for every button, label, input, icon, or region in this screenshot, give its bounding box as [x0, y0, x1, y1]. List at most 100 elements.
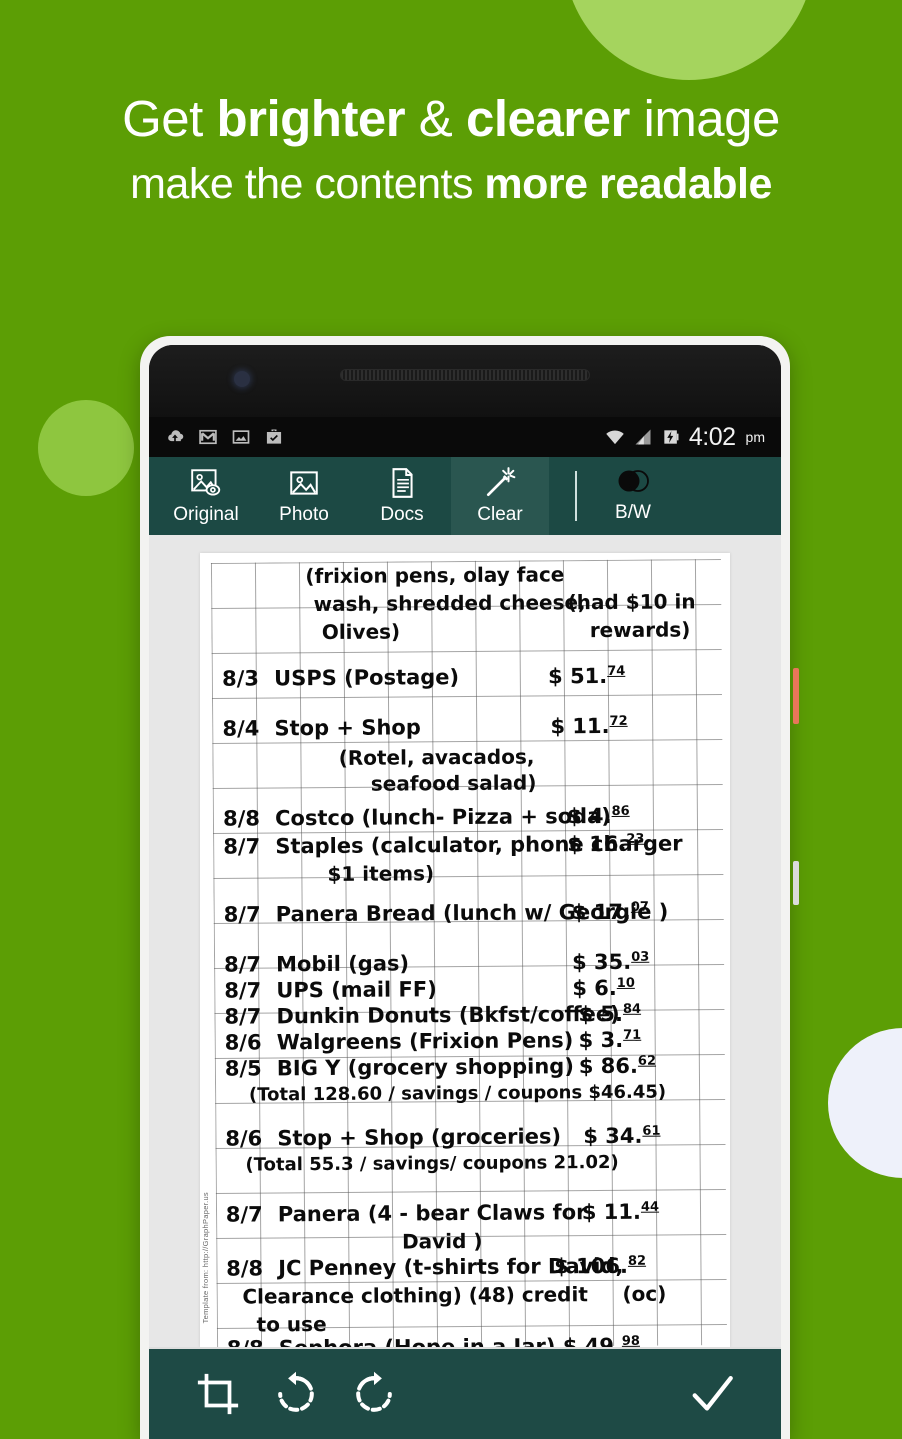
expense-note: (Rotel, avacados,: [338, 744, 535, 770]
edit-toolbar: [149, 1347, 781, 1439]
expense-date: 8/8: [226, 1256, 264, 1281]
expense-amount: $ 51.74: [548, 663, 626, 689]
phone-body: 4:02 pm Original Photo Docs Clear B/W Te…: [149, 345, 781, 1439]
expense-row: 8/5 BIG Y (grocery shopping): [225, 1054, 574, 1080]
promo-line2-prefix: make the contents: [130, 160, 485, 209]
expense-date: 8/7: [223, 834, 261, 859]
expense-description: Dunkin Donuts (Bkfst/coffee): [276, 1001, 620, 1029]
decor-circle-right: [828, 1028, 902, 1178]
filter-tab-clear[interactable]: Clear: [451, 457, 549, 535]
rotate-cw-icon: [356, 1371, 392, 1412]
status-bar: 4:02 pm: [149, 417, 781, 457]
expense-date: 8/3: [222, 666, 260, 691]
document-viewport[interactable]: Template from: http://GraphPaper.us (fri…: [149, 535, 781, 1347]
filter-tab-bw-label: B/W: [615, 502, 651, 523]
expense-amount: $ 4.86: [566, 803, 630, 829]
expense-description: Sephora (Hope in a Jar): [279, 1334, 556, 1347]
expense-row: 8/7 UPS (mail FF): [224, 977, 437, 1002]
phone-top-bezel: [149, 345, 781, 417]
scanned-page: Template from: http://GraphPaper.us (fri…: [200, 553, 730, 1347]
expense-amount: $ 49.98: [562, 1333, 641, 1347]
continuation-line: wash, shredded cheese,: [313, 590, 586, 617]
expense-note: $1 items): [327, 861, 435, 886]
expense-date: 8/8: [227, 1336, 279, 1347]
promo-line1-suffix: image: [629, 90, 780, 147]
status-bar-clock-suffix: pm: [745, 429, 765, 445]
cloud-upload-icon: [168, 430, 184, 442]
expense-date: 8/7: [224, 952, 262, 977]
expense-amount: $ 106.82: [554, 1253, 647, 1279]
document-icon: [392, 468, 413, 498]
expense-description: USPS (Postage): [274, 665, 460, 691]
bw-circles-icon: [618, 470, 649, 492]
filter-tab-original-label: Original: [173, 504, 239, 525]
briefcase-check-icon: [266, 429, 282, 444]
expense-description: Walgreens (Frixion Pens): [276, 1028, 574, 1055]
decor-circle-left: [38, 400, 134, 496]
status-bar-clock: 4:02: [688, 422, 736, 451]
crop-button[interactable]: [179, 1362, 257, 1426]
promo-headline-line2: make the contents more readable: [0, 160, 902, 209]
expense-note: David ): [401, 1228, 483, 1254]
expense-date: 8/8: [222, 806, 261, 831]
expense-description: Stop + Shop (groceries): [277, 1124, 562, 1151]
expense-description: BIG Y (grocery shopping): [276, 1054, 574, 1081]
check-icon: [692, 1376, 733, 1411]
filter-tab-docs[interactable]: Docs: [353, 457, 451, 535]
power-button[interactable]: [793, 668, 799, 724]
volume-button[interactable]: [793, 861, 799, 905]
expense-amount: $ 35.03: [572, 949, 650, 975]
magic-wand-icon: [486, 467, 516, 497]
expense-description: Mobil (gas): [276, 951, 410, 977]
status-bar-left-icons: [165, 427, 284, 447]
image-eye-icon: [191, 469, 221, 496]
toolbar-divider: [575, 471, 577, 521]
expense-date: 8/4: [222, 716, 260, 741]
filter-tab-clear-label: Clear: [477, 504, 523, 525]
rotate-left-button[interactable]: [257, 1362, 335, 1426]
expense-amount: $ 6.10: [572, 975, 635, 1001]
expense-note: to use: [256, 1311, 327, 1337]
expense-amount: $ 5.84: [578, 1001, 642, 1027]
expense-amount: $ 11.44: [581, 1199, 660, 1225]
confirm-button[interactable]: [673, 1362, 751, 1426]
continuation-line: (frixion pens, olay face: [305, 562, 565, 589]
expense-row: 8/7 Mobil (gas): [224, 951, 409, 976]
expense-note: (oc): [622, 1281, 667, 1306]
expense-date: 8/7: [223, 902, 261, 927]
expense-description: Panera (4 - bear Claws for: [277, 1200, 587, 1227]
rotate-ccw-icon: [278, 1371, 314, 1412]
phone-screen: 4:02 pm Original Photo Docs Clear B/W Te…: [149, 417, 781, 1439]
expense-amount: $ 11.72: [550, 713, 628, 739]
expense-amount: $ 17.07: [571, 899, 649, 925]
expense-amount: $ 3.71: [578, 1027, 642, 1053]
continuation-right-line: rewards): [589, 617, 691, 643]
expense-date: 8/6: [225, 1126, 263, 1151]
expense-note: Clearance clothing) (48) credit: [242, 1282, 588, 1309]
front-camera-icon: [234, 371, 250, 387]
battery-charging-icon: [664, 430, 679, 444]
filter-tab-original[interactable]: Original: [157, 457, 255, 535]
expense-note: seafood salad): [370, 770, 537, 796]
expense-date: 8/7: [224, 978, 262, 1003]
expense-row: 8/3 USPS (Postage): [222, 665, 459, 691]
expense-row: 8/6 Walgreens (Frixion Pens): [225, 1028, 574, 1054]
rotate-right-button[interactable]: [335, 1362, 413, 1426]
landscape-icon: [290, 471, 318, 495]
promo-line1-bold2: clearer: [466, 90, 630, 147]
expense-row: 8/4 Stop + Shop: [222, 715, 421, 740]
continuation-right-line: (had $10 in: [567, 589, 696, 615]
expense-row: 8/8Sephora (Hope in a Jar): [227, 1334, 556, 1347]
expense-description: UPS (mail FF): [276, 977, 437, 1003]
filter-tab-bw[interactable]: B/W: [587, 457, 679, 535]
expense-date: 8/5: [224, 1056, 262, 1081]
wifi-icon: [606, 430, 624, 445]
expense-date: 8/7: [225, 1202, 263, 1227]
promo-headline-line1: Get brighter & clearer image: [0, 90, 902, 147]
expense-description: Costco (lunch- Pizza + soda): [274, 803, 611, 831]
filter-tab-photo[interactable]: Photo: [255, 457, 353, 535]
promo-headline: Get brighter & clearer image make the co…: [0, 90, 902, 209]
expense-date: 8/7: [224, 1004, 262, 1029]
earpiece-speaker: [340, 369, 590, 381]
decor-circle-top: [564, 0, 814, 80]
